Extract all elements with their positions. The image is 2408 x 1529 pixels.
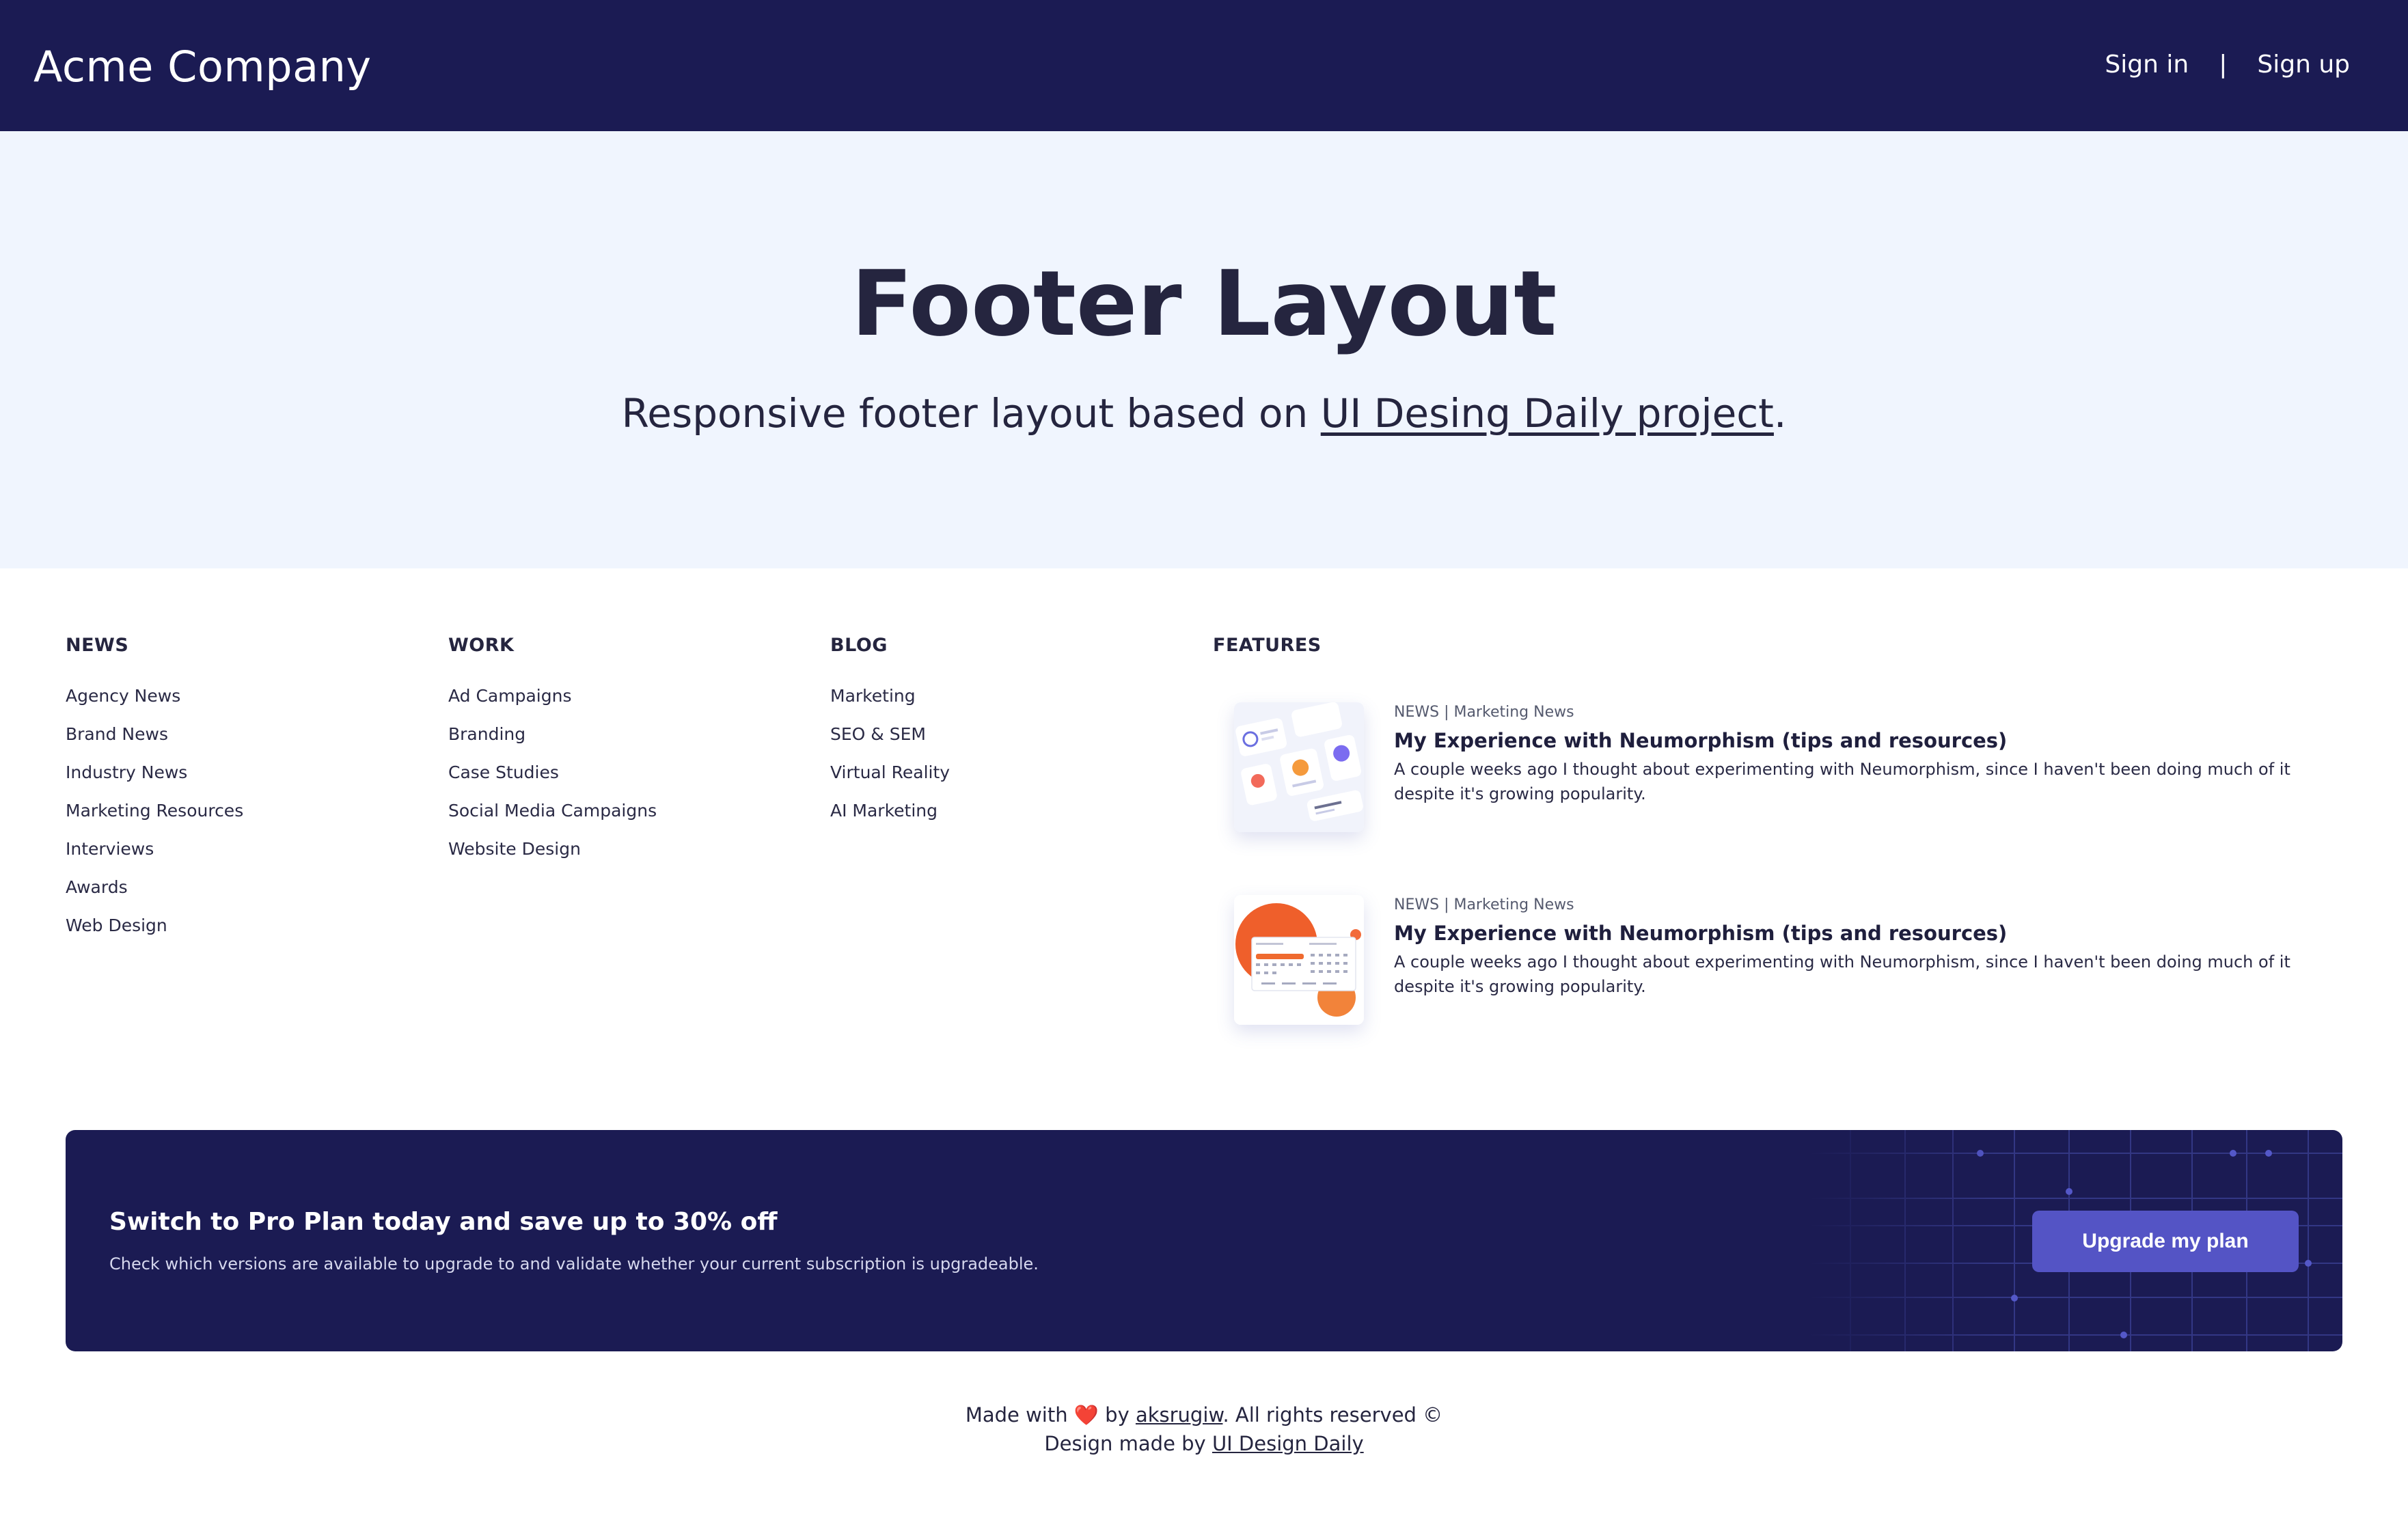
feature-card[interactable]: NEWS | Marketing News My Experience with… — [1234, 702, 2355, 846]
footer-link-social-media-campaigns[interactable]: Social Media Campaigns — [448, 801, 657, 821]
page-title: Footer Layout — [851, 251, 1557, 357]
upgrade-plan-button[interactable]: Upgrade my plan — [2032, 1211, 2299, 1272]
footer-link-case-studies[interactable]: Case Studies — [448, 762, 559, 782]
footer-link-marketing-resources[interactable]: Marketing Resources — [66, 801, 243, 821]
by-text: by — [1105, 1403, 1130, 1427]
heart-icon: ❤️ — [1073, 1403, 1099, 1427]
neumorphism-dashboard-thumbnail-icon[interactable] — [1234, 702, 1364, 832]
footer-link-ad-campaigns[interactable]: Ad Campaigns — [448, 686, 571, 706]
feature-description: A couple weeks ago I thought about exper… — [1394, 952, 2290, 996]
column-heading-features: FEATURES — [1213, 635, 1322, 656]
ui-design-daily-project-link[interactable]: UI Desing Daily project — [1321, 390, 1774, 437]
news-link-list: Agency News Brand News Industry News Mar… — [66, 685, 243, 937]
footer-link-website-design[interactable]: Website Design — [448, 839, 581, 859]
hero-subtitle: Responsive footer layout based on UI Des… — [0, 387, 2408, 439]
credits-line-2: Design made by UI Design Daily — [0, 1429, 2408, 1458]
footer-link-ai-marketing[interactable]: AI Marketing — [830, 801, 938, 821]
blog-link-list: Marketing SEO & SEM Virtual Reality AI M… — [830, 685, 950, 822]
promo-text: Check which versions are available to up… — [109, 1254, 1039, 1273]
feature-card[interactable]: NEWS | Marketing News My Experience with… — [1234, 895, 2355, 1038]
feature-meta: NEWS | Marketing News — [1394, 704, 1574, 721]
feature-title[interactable]: My Experience with Neumorphism (tips and… — [1394, 728, 2007, 754]
hero-section: Footer Layout Responsive footer layout b… — [0, 131, 2408, 568]
footer-link-seo-sem[interactable]: SEO & SEM — [830, 724, 926, 744]
pro-plan-banner: Switch to Pro Plan today and save up to … — [66, 1130, 2342, 1351]
hero-subtitle-prefix: Responsive footer layout based on — [621, 390, 1321, 437]
author-link[interactable]: aksrugiw — [1136, 1403, 1223, 1427]
footer-link-interviews[interactable]: Interviews — [66, 839, 154, 859]
feature-meta: NEWS | Marketing News — [1394, 896, 1574, 913]
footer-link-marketing[interactable]: Marketing — [830, 686, 916, 706]
footer-link-virtual-reality[interactable]: Virtual Reality — [830, 762, 950, 782]
made-with-text: Made with — [965, 1403, 1068, 1427]
footer-column-blog: BLOG Marketing SEO & SEM Virtual Reality… — [830, 634, 950, 838]
top-navbar: Acme Company Sign in | Sign up — [0, 0, 2408, 131]
brand-name[interactable]: Acme Company — [33, 40, 372, 94]
footer-link-branding[interactable]: Branding — [448, 724, 525, 744]
sign-in-link[interactable]: Sign in — [2105, 48, 2189, 82]
footer-link-web-design[interactable]: Web Design — [66, 915, 167, 935]
nav-separator: | — [2219, 51, 2228, 79]
column-heading-blog: BLOG — [830, 635, 888, 656]
promo-title: Switch to Pro Plan today and save up to … — [109, 1208, 778, 1236]
footer-credits: Made with ❤️ by aksrugiw. All rights res… — [0, 1401, 2408, 1458]
footer-link-industry-news[interactable]: Industry News — [66, 762, 187, 782]
footer-link-awards[interactable]: Awards — [66, 877, 128, 897]
feature-title[interactable]: My Experience with Neumorphism (tips and… — [1394, 920, 2007, 946]
feature-description: A couple weeks ago I thought about exper… — [1394, 760, 2290, 803]
footer-link-agency-news[interactable]: Agency News — [66, 686, 180, 706]
column-heading-news: NEWS — [66, 635, 129, 656]
hero-subtitle-suffix: . — [1773, 390, 1787, 437]
footer-column-news: NEWS Agency News Brand News Industry New… — [66, 634, 243, 952]
sign-up-link[interactable]: Sign up — [2257, 48, 2350, 82]
auth-nav: Sign in | Sign up — [2105, 48, 2350, 82]
ui-design-daily-link[interactable]: UI Design Daily — [1212, 1432, 1364, 1455]
credits-line-1: Made with ❤️ by aksrugiw. All rights res… — [0, 1401, 2408, 1429]
rights-text: . All rights reserved © — [1222, 1403, 1443, 1427]
calendar-ui-thumbnail-icon[interactable] — [1234, 895, 1364, 1025]
design-by-text: Design made by — [1044, 1432, 1206, 1455]
footer-column-features: FEATURES NEWS | Marketing News My Experi… — [1213, 634, 2347, 1025]
column-heading-work: WORK — [448, 635, 515, 656]
footer-link-brand-news[interactable]: Brand News — [66, 724, 168, 744]
work-link-list: Ad Campaigns Branding Case Studies Socia… — [448, 685, 657, 860]
footer-column-work: WORK Ad Campaigns Branding Case Studies … — [448, 634, 657, 876]
